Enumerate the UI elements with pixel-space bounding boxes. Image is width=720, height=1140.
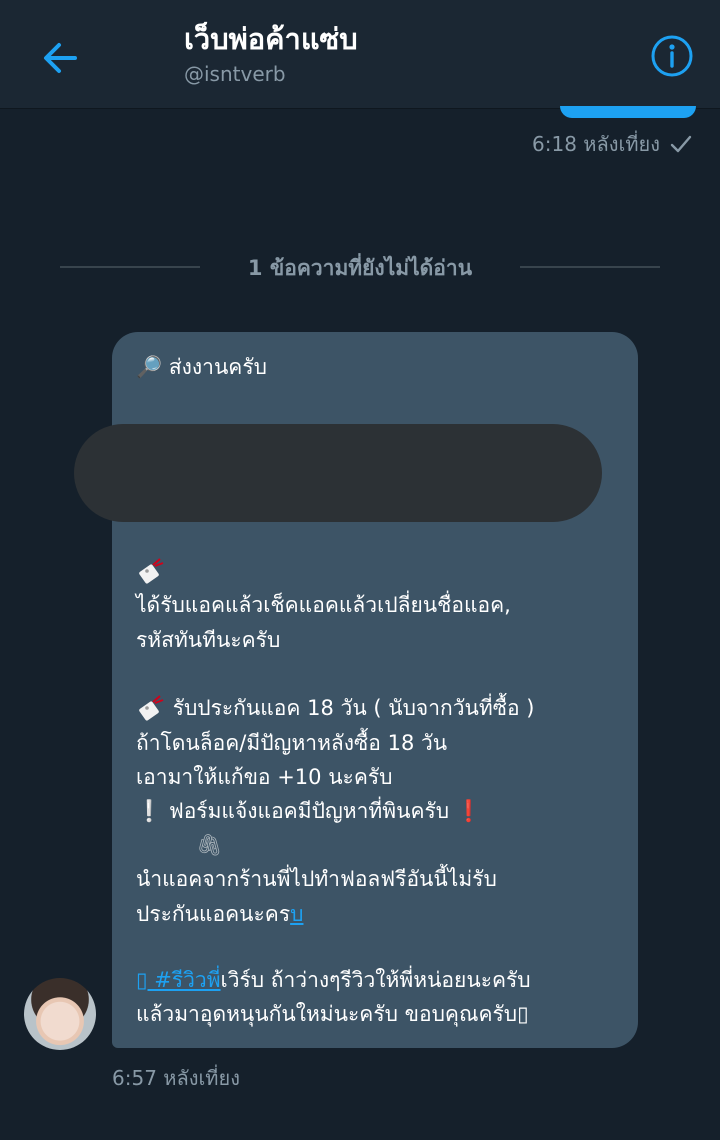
tag-icon (139, 695, 164, 721)
unread-divider-text: 1 ข้อความที่ยังไม่ได้อ่าน (247, 256, 473, 280)
message-line-link-end: ประกันแอคนะครบ (136, 897, 303, 932)
back-button[interactable] (34, 32, 86, 84)
message-line: แล้วมาอุดหนุนกันใหม่นะครับ ขอบคุณครับ▯ (136, 1002, 529, 1026)
message-line-text: ประกันแอคนะคร (136, 902, 291, 926)
conversation-handle: @isntverb (184, 62, 286, 86)
hashtag-link[interactable]: ▯ #รีวิวพี่ (136, 968, 221, 992)
tag-icon (139, 558, 164, 584)
sent-message-time: 6:18 หลังเที่ยง (532, 132, 660, 156)
arrow-left-icon (44, 43, 77, 73)
message-line: นำแอคจากร้านพี่ไปทำฟอลฟรีอันนี้ไม่รับ (136, 867, 497, 891)
exclamation-white-icon: ❕ (136, 799, 163, 823)
message-line: รหัสทันทีนะครับ (136, 628, 281, 652)
exclamation-red-icon: ❗ (455, 799, 482, 823)
message-line: ถ้าโดนล็อค/มีปัญหาหลังซื้อ 18 วัน (136, 731, 448, 755)
info-button[interactable] (646, 30, 698, 82)
message-line-text: เวิร์บ ถ้าว่างๆรีวิวให้พี่หน่อยนะครับ (220, 968, 531, 992)
message-line-hashtag: ▯ #รีวิวพี่เวิร์บ ถ้าว่างๆรีวิวให้พี่หน่… (136, 963, 531, 998)
conversation-title-block[interactable]: เว็บพ่อค้าแซ่บ @isntverb (184, 20, 358, 88)
message-line: เอามาให้แก้ขอ +10 นะครับ (136, 765, 393, 789)
redacted-content (74, 424, 602, 522)
conversation-title: เว็บพ่อค้าแซ่บ (184, 22, 358, 56)
conversation-header: เว็บพ่อค้าแซ่บ @isntverb (0, 0, 720, 109)
divider-line-right (520, 266, 660, 268)
unread-divider: 1 ข้อความที่ยังไม่ได้อ่าน (60, 250, 660, 284)
message-line-form: ❕ ฟอร์มแจ้งแอคมีปัญหาที่พินครับ ❗ (136, 794, 482, 829)
sent-message-bubble[interactable] (560, 106, 696, 118)
message-line-intro: 🔎 ส่งงานครับ (136, 355, 267, 379)
tag-emoji-line (136, 554, 166, 589)
message-line-text: ฟอร์มแจ้งแอคมีปัญหาที่พินครับ (162, 799, 456, 823)
message-line: ได้รับแอคแล้วเช็คแอคแล้วเปลี่ยนชื่อแอค, (136, 593, 511, 617)
message-link[interactable]: บ (290, 902, 303, 926)
avatar[interactable] (24, 978, 96, 1050)
paperclip-icon: 🖇 (196, 833, 223, 857)
message-line-warranty: รับประกันแอค 18 วัน ( นับจากวันที่ซื้อ ) (136, 691, 534, 726)
check-icon (670, 135, 692, 153)
sent-message-meta: 6:18 หลังเที่ยง (532, 128, 692, 160)
info-icon (651, 35, 693, 77)
message-line-text: รับประกันแอค 18 วัน ( นับจากวันที่ซื้อ ) (172, 696, 535, 720)
received-message-time: 6:57 หลังเที่ยง (112, 1066, 240, 1090)
